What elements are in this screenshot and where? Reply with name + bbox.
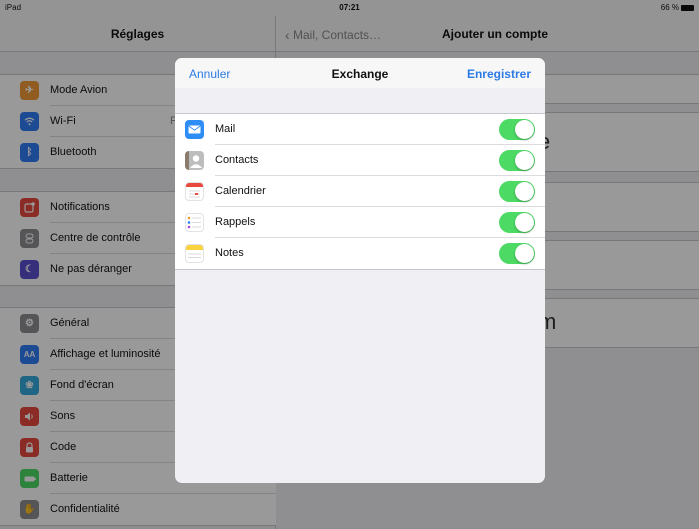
sync-options-list: Mail Contacts Calendrier Rappels Notes [175,113,545,270]
sync-item-calendrier: Calendrier [175,176,545,207]
notes-toggle[interactable] [499,243,535,264]
toggle-knob [515,213,534,232]
mail-toggle[interactable] [499,119,535,140]
calendar-icon [185,182,204,201]
toggle-knob [515,120,534,139]
contacts-toggle[interactable] [499,150,535,171]
sync-item-label: Notes [215,247,244,259]
cancel-button[interactable]: Annuler [189,67,230,81]
mail-icon [185,120,204,139]
toggle-knob [515,151,534,170]
reminders-icon [185,213,204,232]
sync-item-label: Rappels [215,207,545,238]
sync-item-contacts: Contacts [175,145,545,176]
notes-icon [185,244,204,263]
sync-item-label: Calendrier [215,176,545,207]
sync-item-mail: Mail [175,114,545,145]
sync-item-notes: Notes [175,238,545,269]
toggle-knob [515,182,534,201]
reminders-toggle[interactable] [499,212,535,233]
exchange-navbar: Annuler Exchange Enregistrer [175,58,545,88]
exchange-sheet: Annuler Exchange Enregistrer Mail Contac… [175,58,545,483]
sync-item-rappels: Rappels [175,207,545,238]
toggle-knob [515,244,534,263]
calendar-toggle[interactable] [499,181,535,202]
contacts-icon [185,151,204,170]
sync-item-label: Contacts [215,145,545,176]
sync-item-label: Mail [215,114,545,145]
save-button[interactable]: Enregistrer [467,67,531,81]
